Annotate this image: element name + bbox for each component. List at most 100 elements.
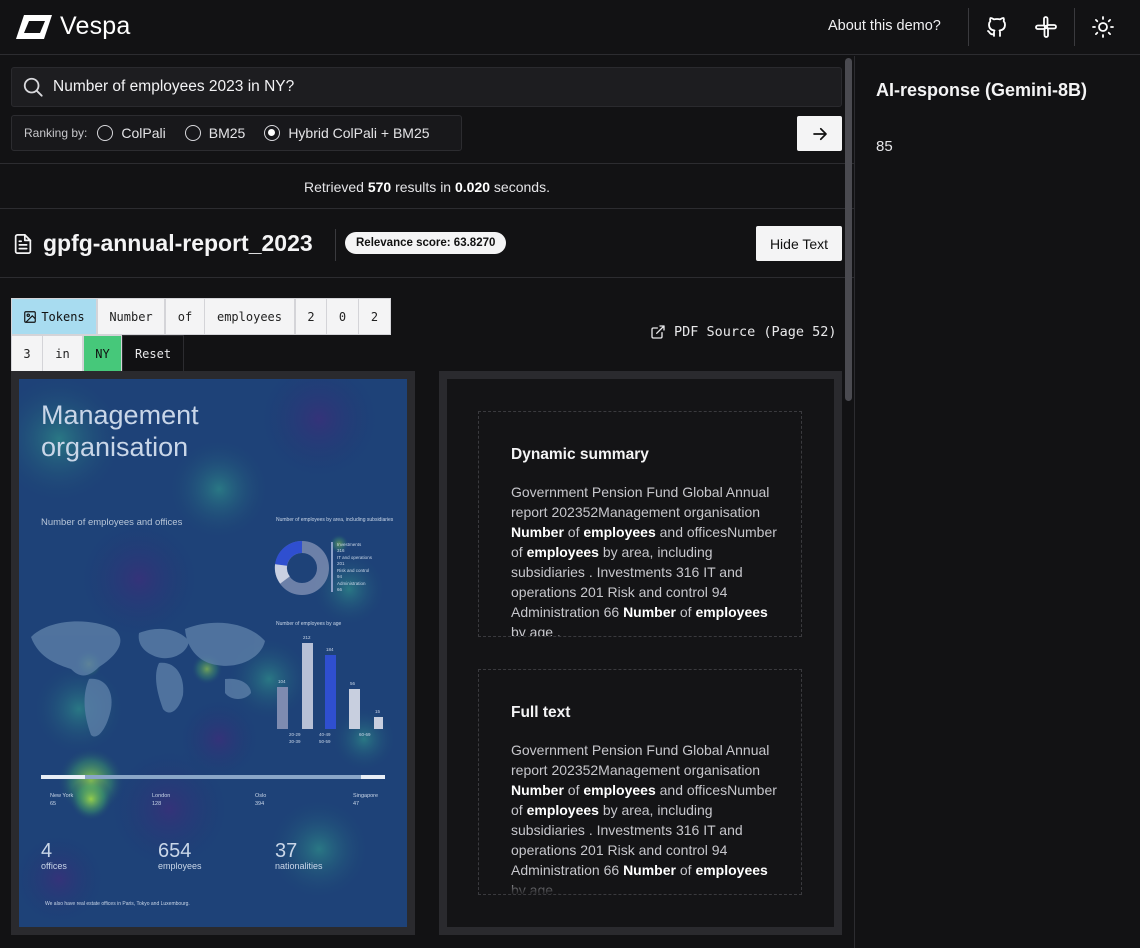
pdf-source-link[interactable]: PDF Source (Page 52) [650,324,837,340]
image-icon [24,310,37,323]
radio-button[interactable] [97,125,114,141]
token-chip[interactable]: of [165,298,205,335]
radio-button-selected[interactable] [264,125,281,141]
result-count: 570 [367,179,392,195]
arrow-right-icon [812,127,827,140]
external-link-icon [651,325,665,339]
header-divider [1074,8,1075,46]
token-chip[interactable]: 0 [326,298,359,335]
submit-search-button[interactable] [797,116,842,151]
tokens-tab[interactable]: Tokens [11,298,97,335]
text-panel: Dynamic summary Government Pension Fund … [447,379,834,927]
vespa-logo[interactable]: Vespa [14,12,131,41]
text-fade [479,878,801,894]
svg-text:20-29: 20-29 [289,732,301,737]
svg-text:47: 47 [353,801,359,807]
svg-text:30-39: 30-39 [289,739,301,744]
token-chip[interactable]: 2 [358,298,391,335]
ranking-label: Ranking by: [24,126,88,140]
radio-button[interactable] [184,125,201,141]
svg-text:394: 394 [255,801,264,807]
svg-text:Investments: Investments [337,542,362,547]
token-chip[interactable]: in [42,335,83,372]
hide-text-button[interactable]: Hide Text [756,226,842,261]
svg-text:4: 4 [41,840,52,862]
full-text-heading: Full text [511,704,571,721]
svg-text:50-59: 50-59 [319,739,331,744]
search-icon [22,75,46,99]
svg-text:60-69: 60-69 [359,732,371,737]
svg-text:56: 56 [350,681,356,686]
token-chip[interactable]: Number [97,298,165,335]
svg-text:London: London [152,793,170,799]
svg-text:201: 201 [337,561,345,566]
svg-text:Singapore: Singapore [353,793,378,799]
ranking-option-colpali[interactable]: ColPali [97,125,166,141]
ai-response-panel: AI-response (Gemini-8B) 85 [854,56,1140,948]
search-bar[interactable]: Number of employees 2023 in NY? [11,67,842,107]
search-input[interactable]: Number of employees 2023 in NY? [53,78,294,96]
svg-text:Risk and control: Risk and control [337,568,369,573]
svg-text:66: 66 [337,587,343,592]
divider [0,277,854,278]
token-chip[interactable]: 2 [295,298,327,335]
ranking-option-hybrid[interactable]: Hybrid ColPali + BM25 [264,125,430,141]
radio-label: ColPali [121,125,166,141]
ranking-option-bm25[interactable]: BM25 [184,125,246,141]
page-heading-line1: Management [41,400,199,430]
svg-text:nationalities: nationalities [275,861,323,871]
reset-tokens-button[interactable]: Reset [122,335,184,372]
radio-label: Hybrid ColPali + BM25 [288,125,430,141]
page-image-frame: Management organisation Number of employ… [11,371,415,935]
by-age-title: Number of employees by age [276,621,342,627]
ai-response-title: AI-response (Gemini-8B) [876,80,1088,100]
svg-text:94: 94 [337,574,343,579]
dynamic-summary-heading: Dynamic summary [511,446,649,463]
logo-text: Vespa [60,12,131,40]
page-subheading: Number of employees and offices [41,517,183,528]
text-panel-frame: Dynamic summary Government Pension Fund … [439,371,842,935]
top-header: Vespa About this demo? [0,0,1140,55]
divider [335,229,336,261]
token-chip-selected[interactable]: NY [83,335,122,372]
full-text-box: Full text Government Pension Fund Global… [478,669,802,895]
svg-text:We also have real estate offic: We also have real estate offices in Pari… [45,901,190,907]
result-title[interactable]: gpfg-annual-report_2023 [43,230,313,257]
token-chip[interactable]: employees [204,298,295,335]
by-area-title: Number of employees by area, including s… [276,517,394,523]
slack-icon[interactable] [1032,13,1060,41]
divider [0,208,854,209]
svg-text:212: 212 [303,635,311,640]
query-time: 0.020 [455,179,491,195]
svg-text:37: 37 [275,840,297,862]
svg-text:New York: New York [50,793,73,799]
vespa-logo-icon [16,14,52,39]
svg-text:offices: offices [41,861,67,871]
token-chip[interactable]: 3 [11,335,43,372]
radio-label: BM25 [208,125,246,141]
svg-text:Oslo: Oslo [255,793,266,799]
heatmap-page-render: Management organisation Number of employ… [19,379,407,927]
github-icon[interactable] [983,13,1011,41]
header-divider [968,8,969,46]
dynamic-summary-text: Government Pension Fund Global Annual re… [511,484,777,637]
svg-text:IT and operations: IT and operations [337,555,373,560]
ranking-selector: Ranking by: ColPali BM25 Hybrid ColPali … [11,115,462,151]
ai-response-answer: 85 [876,138,893,155]
page-image[interactable]: Management organisation Number of employ… [19,379,407,927]
svg-text:104: 104 [278,679,286,684]
sun-icon[interactable] [1089,13,1117,41]
svg-text:employees: employees [158,861,202,871]
full-text-body: Government Pension Fund Global Annual re… [511,742,777,894]
scrollbar[interactable] [845,58,852,401]
svg-text:316: 316 [337,548,345,553]
page-heading-line2: organisation [41,432,188,462]
svg-text:184: 184 [326,647,334,652]
document-icon [12,232,34,261]
about-demo-link[interactable]: About this demo? [828,18,941,34]
relevance-badge: Relevance score: 63.8270 [345,232,507,254]
svg-text:654: 654 [158,840,191,862]
dynamic-summary-box: Dynamic summary Government Pension Fund … [478,411,802,637]
svg-text:15: 15 [375,709,381,714]
svg-text:65: 65 [50,801,56,807]
